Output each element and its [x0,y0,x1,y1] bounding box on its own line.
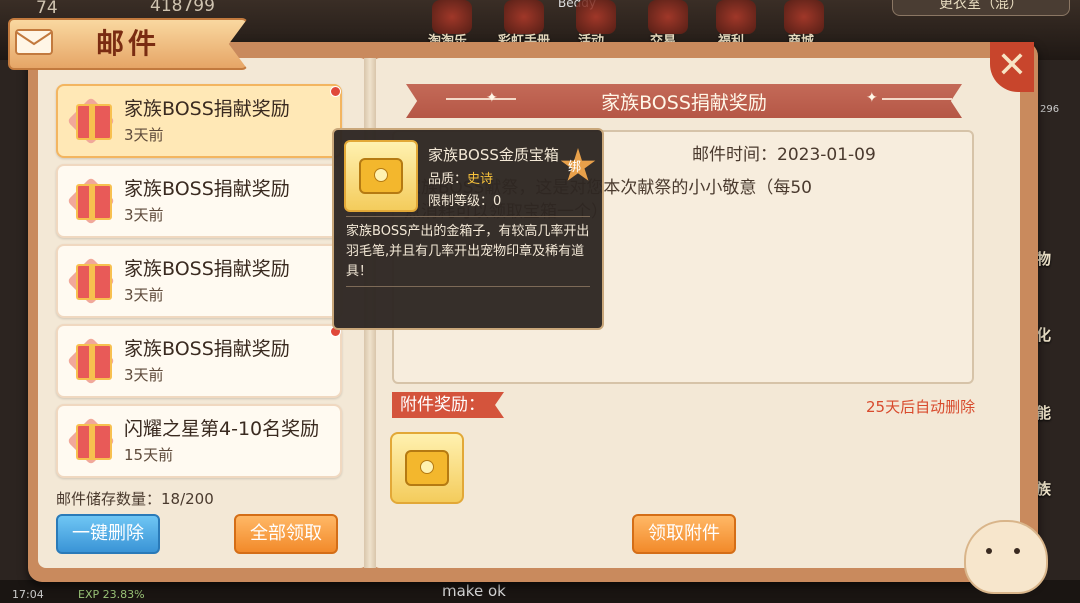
mail-item-time: 3天前 [124,126,164,144]
mail-list-item[interactable]: 家族BOSS捐献奖励 3天前 [56,164,342,238]
mail-list-item[interactable]: 家族BOSS捐献奖励 3天前 [56,324,342,398]
attachment-item[interactable] [390,432,464,504]
mail-item-time: 3天前 [124,206,164,224]
player-level: 74 [36,0,58,18]
quality-label: 品质： [428,172,468,187]
mail-item-title: 家族BOSS捐献奖励 [124,338,290,360]
side-label-3[interactable]: 能 [1036,402,1051,423]
bind-badge: 绑 [568,160,582,175]
nav-icon-rainbow-manual[interactable] [504,0,544,34]
nav-icon-shop[interactable] [784,0,824,34]
chest-lock [420,460,434,474]
gift-ribbon [89,344,95,380]
tooltip-item-name: 家族BOSS金质宝箱 [428,146,559,164]
envelope-icon [15,29,53,55]
gift-ribbon [89,264,95,300]
side-number: 296 [1040,104,1060,115]
chat-text: make ok [442,582,506,600]
attachment-label: 附件奖励： [392,392,504,418]
gift-ribbon [89,424,95,460]
claim-all-button[interactable]: 全部领取 [234,514,338,554]
mail-item-title: 家族BOSS捐献奖励 [124,178,290,200]
gift-ribbon [89,184,95,220]
mail-detail-title: 家族BOSS捐献奖励 [601,92,767,114]
nav-icon-welfare[interactable] [716,0,756,34]
close-x-icon: ✕ [996,45,1028,86]
mail-item-time: 3天前 [124,366,164,384]
nav-icon-activity[interactable] [576,0,616,34]
game-bottom-bar [0,580,1080,603]
auto-delete-notice: 25天后自动删除 [866,398,976,416]
clock-text: 17:04 [12,588,44,601]
tooltip-divider [346,216,590,217]
tooltip-item-icon [344,140,418,212]
mail-item-time: 3天前 [124,286,164,304]
tooltip-level: 限制等级：0 [428,194,502,209]
chest-lock [374,168,388,182]
gift-ribbon [89,104,95,140]
wardrobe-button[interactable]: 更衣室（混） [892,0,1070,16]
mail-item-title: 家族BOSS捐献奖励 [124,98,290,120]
mail-list-item[interactable]: 家族BOSS捐献奖励 3天前 [56,244,342,318]
close-button[interactable]: ✕ [990,42,1034,92]
cat-eye [1014,548,1020,554]
side-label-2[interactable]: 化 [1036,324,1051,345]
panel-title: 邮件 [96,27,161,60]
delete-all-button[interactable]: 一键删除 [56,514,160,554]
nav-icon-taotaole[interactable] [432,0,472,34]
mail-item-title: 家族BOSS捐献奖励 [124,258,290,280]
mail-list-item[interactable]: 家族BOSS捐献奖励 3天前 [56,84,342,158]
tooltip-description: 家族BOSS产出的金箱子，有较高几率开出羽毛笔,并且有几率开出宠物印章及稀有道具… [346,224,590,279]
nav-icon-trade[interactable] [648,0,688,34]
mail-item-time: 15天前 [124,446,174,464]
mail-date: 邮件时间：2023-01-09 [692,145,876,165]
quality-value: 史诗 [467,172,494,187]
mail-storage-count: 邮件储存数量：18/200 [56,490,214,508]
tooltip-quality: 品质：史诗 [428,168,493,187]
mail-item-title: 闪耀之星第4-10名奖励 [124,418,320,440]
cat-eye [986,548,992,554]
side-label-1[interactable]: 物 [1036,248,1051,269]
currency-amount: 418799 [150,0,215,16]
tooltip-divider [346,286,590,287]
exp-text: EXP 23.83% [78,588,145,601]
mail-list-item[interactable]: 闪耀之星第4-10名奖励 15天前 [56,404,342,478]
unread-dot [330,86,341,97]
claim-attachment-button[interactable]: 领取附件 [632,514,736,554]
cat-mascot[interactable] [964,520,1048,594]
side-label-4[interactable]: 族 [1036,478,1051,499]
